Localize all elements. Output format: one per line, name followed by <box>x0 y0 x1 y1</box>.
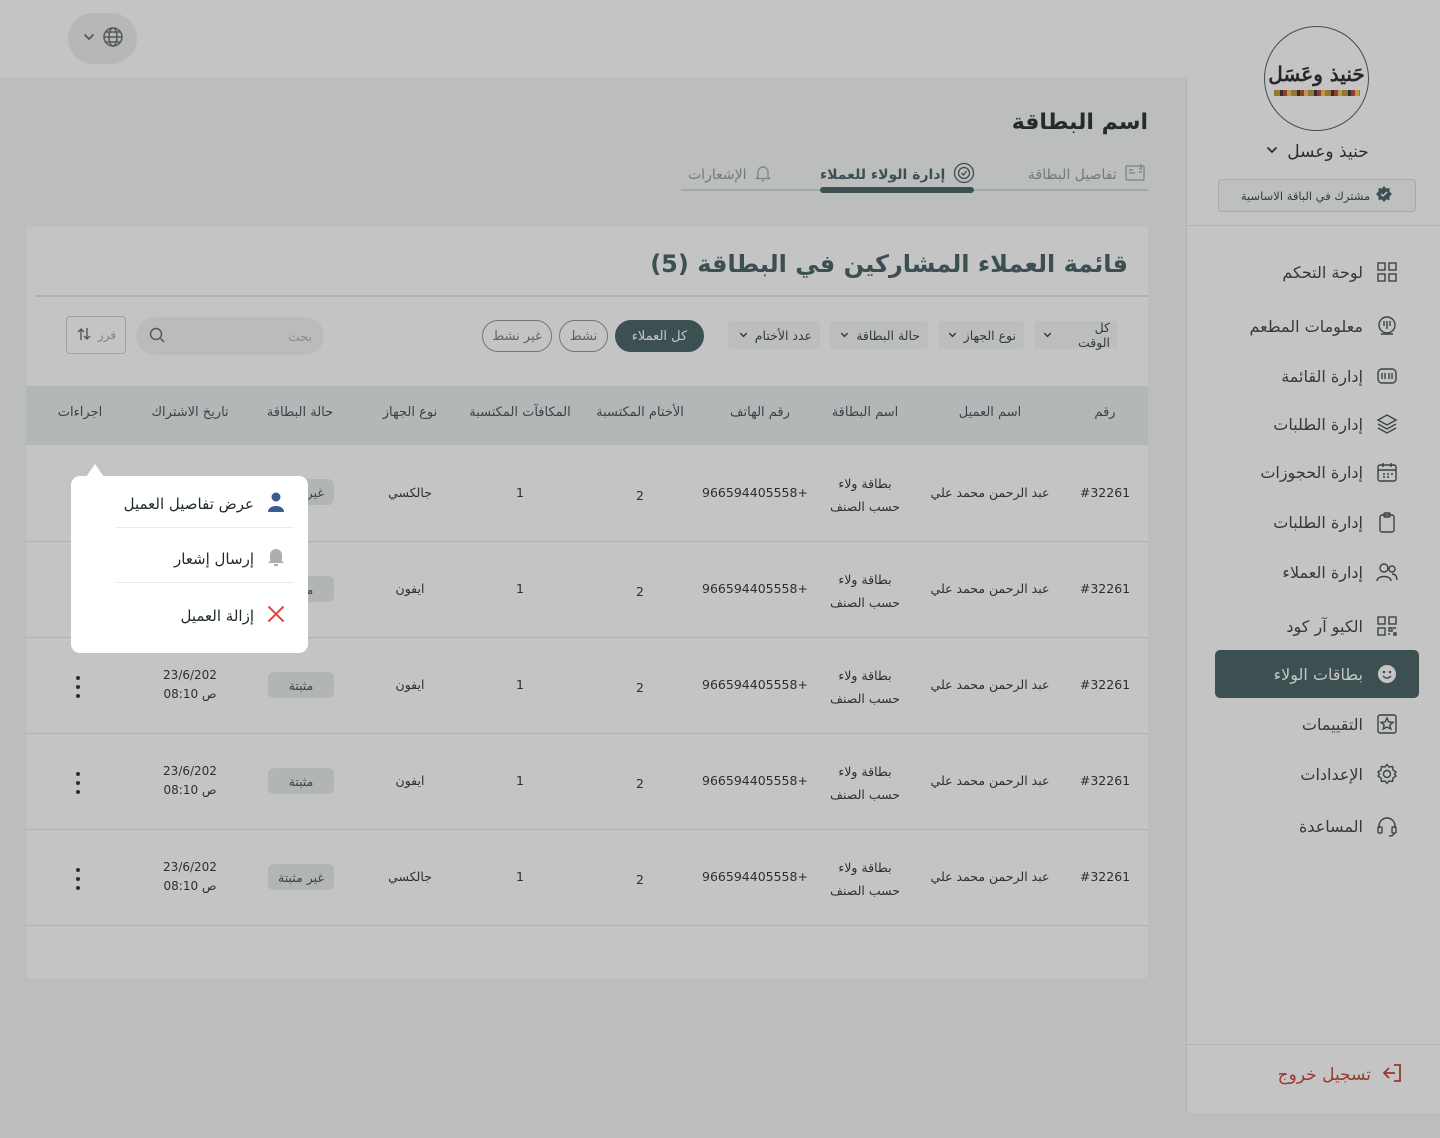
popup-divider <box>116 582 294 583</box>
remove-customer-button[interactable]: إزالة العميل <box>96 601 292 631</box>
popup-divider <box>116 527 294 528</box>
popup-item-label: إرسال إشعار <box>173 550 254 568</box>
view-customer-details-button[interactable]: عرض تفاصيل العميل <box>96 489 292 519</box>
popup-item-label: عرض تفاصيل العميل <box>123 495 254 513</box>
close-icon <box>266 604 286 628</box>
user-icon <box>266 491 286 517</box>
send-notification-button[interactable]: إرسال إشعار <box>96 544 292 574</box>
bell-icon <box>266 546 286 572</box>
popup-item-label: إزالة العميل <box>180 607 255 625</box>
